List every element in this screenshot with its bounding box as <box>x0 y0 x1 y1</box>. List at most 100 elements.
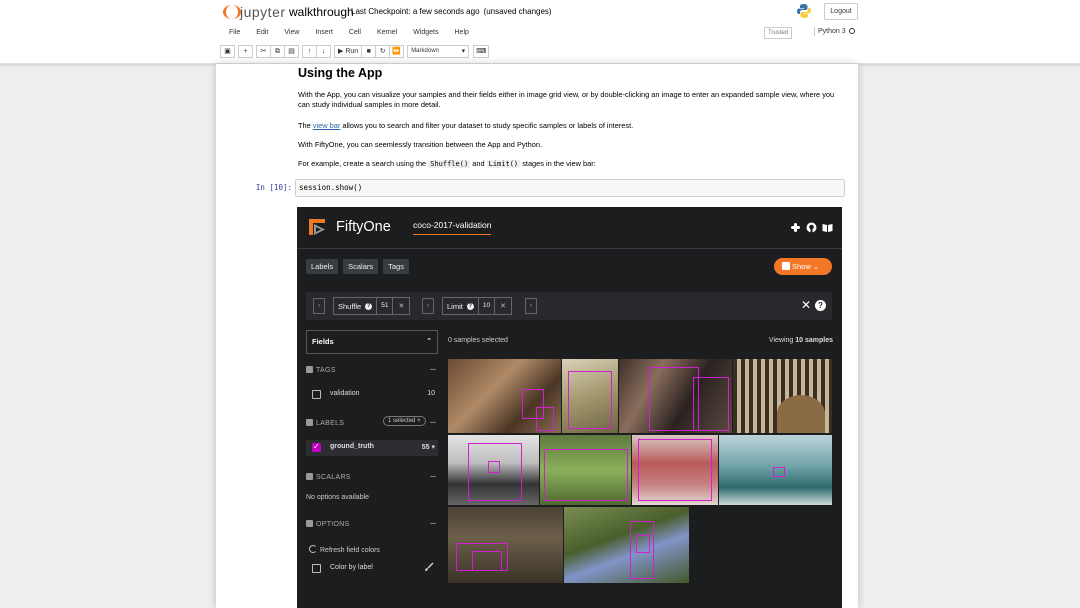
options-section-header[interactable]: OPTIONS – <box>306 518 438 529</box>
checkbox-checked[interactable] <box>312 442 321 452</box>
sample-thumbnail[interactable] <box>448 359 561 433</box>
jupyter-logo[interactable]: jupyter <box>221 3 286 21</box>
tag-row-validation[interactable]: validation 10 <box>306 387 438 403</box>
tag-count: 10 <box>427 390 435 397</box>
paragraph-example: For example, create a search using the S… <box>298 159 838 169</box>
add-stage-arrow[interactable]: › <box>422 298 434 314</box>
save-icon[interactable]: ▣ <box>220 45 235 58</box>
add-stage-arrow[interactable]: › <box>525 298 537 314</box>
collapse-icon[interactable]: – <box>430 364 436 375</box>
cut-icon[interactable]: ✂ <box>256 45 271 58</box>
move-down-icon[interactable]: ↓ <box>316 45 331 58</box>
stage-shuffle[interactable]: Shuffle ? 51 ✕ <box>333 297 411 315</box>
sample-thumbnail[interactable] <box>448 435 539 505</box>
docs-icon[interactable] <box>822 221 833 232</box>
menu-kernel[interactable]: Kernel <box>369 27 405 38</box>
label-box <box>488 461 500 473</box>
view-help-icon[interactable]: ? <box>815 300 826 311</box>
remove-stage-icon[interactable]: ✕ <box>495 302 511 310</box>
logout-button[interactable]: Logout <box>824 3 858 20</box>
view-bar-link[interactable]: view bar <box>313 121 341 130</box>
collapse-icon[interactable]: – <box>430 417 436 428</box>
sample-thumbnail[interactable] <box>448 507 563 583</box>
field-count[interactable]: 55 ▾ <box>422 443 435 451</box>
stop-icon[interactable]: ■ <box>361 45 377 58</box>
chevron-up-icon: ⌃ <box>426 338 432 345</box>
chart-icon <box>782 262 790 270</box>
collapse-icon[interactable]: – <box>430 518 436 529</box>
labels-section-header[interactable]: LABELS 1 selected × – <box>306 416 438 428</box>
sample-thumbnail[interactable] <box>719 435 832 505</box>
sample-thumbnail[interactable] <box>632 435 718 505</box>
github-icon[interactable] <box>806 221 817 233</box>
cell-type-select[interactable]: Markdown <box>407 45 470 58</box>
menubar: File Edit View Insert Cell Kernel Widget… <box>221 27 477 38</box>
label-box <box>544 449 628 501</box>
refresh-field-colors[interactable]: Refresh field colors <box>309 545 380 554</box>
label-row-ground-truth[interactable]: ground_truth 55 ▾ <box>306 440 438 456</box>
code-cell-input[interactable]: session.show() <box>295 179 845 197</box>
notebook-name[interactable]: walkthrough <box>289 5 354 19</box>
paste-icon[interactable]: ▤ <box>284 45 299 58</box>
sample-thumbnail[interactable] <box>562 359 618 433</box>
sample-thumbnail[interactable] <box>540 435 631 505</box>
help-icon[interactable]: ? <box>365 302 373 310</box>
run-button[interactable]: ▶ Run <box>334 45 363 58</box>
restart-icon[interactable]: ↻ <box>375 45 391 58</box>
label-box <box>638 439 712 501</box>
add-stage-arrow[interactable]: › <box>313 298 325 314</box>
menu-file[interactable]: File <box>221 27 248 38</box>
sample-thumbnail[interactable] <box>564 507 689 583</box>
code-limit: Limit() <box>486 160 521 168</box>
menu-cell[interactable]: Cell <box>341 27 369 38</box>
kernel-label: Python 3 <box>818 28 846 35</box>
section-title: TAGS <box>316 367 336 374</box>
selected-labels-pill[interactable]: 1 selected × <box>383 416 426 426</box>
bar-chart-icon <box>306 473 313 480</box>
fast-forward-icon[interactable]: ⏩ <box>389 45 405 58</box>
color-by-label-row[interactable]: Color by label <box>306 561 438 577</box>
show-button[interactable]: Show ⌄ <box>774 258 832 275</box>
paint-brush-icon[interactable] <box>424 562 434 572</box>
checkbox[interactable] <box>312 390 321 399</box>
insert-cell-icon[interactable]: + <box>238 45 253 58</box>
kernel-name[interactable]: Python 3 <box>814 27 858 36</box>
tag-icon <box>306 366 313 373</box>
section-heading: Using the App <box>298 66 383 80</box>
fields-dropdown[interactable]: Fields ⌃ <box>306 330 438 354</box>
trusted-indicator[interactable]: Trusted <box>764 27 793 39</box>
menu-help[interactable]: Help <box>447 27 477 38</box>
help-icon[interactable]: ? <box>466 302 474 310</box>
menu-insert[interactable]: Insert <box>307 27 341 38</box>
menu-edit[interactable]: Edit <box>248 27 276 38</box>
stage-value[interactable]: 10 <box>477 298 496 314</box>
scalars-section-header[interactable]: SCALARS – <box>306 471 438 482</box>
tags-section-header[interactable]: TAGS – <box>306 364 438 375</box>
stage-limit[interactable]: Limit ? 10 ✕ <box>442 297 512 315</box>
stage-value[interactable]: 51 <box>376 298 394 314</box>
sample-thumbnail[interactable] <box>733 359 832 433</box>
no-options-text: No options available <box>306 494 370 501</box>
run-label: Run <box>345 48 359 55</box>
tab-scalars[interactable]: Scalars <box>343 259 379 274</box>
menu-view[interactable]: View <box>276 27 307 38</box>
tab-tags[interactable]: Tags <box>383 259 409 274</box>
logo-text: jupyter <box>240 4 286 20</box>
stage-name: Limit <box>447 301 463 311</box>
sample-thumbnail[interactable] <box>619 359 732 433</box>
remove-stage-icon[interactable]: ✕ <box>393 302 409 310</box>
menu-widgets[interactable]: Widgets <box>405 27 446 38</box>
keyboard-icon[interactable]: ⌨ <box>473 45 490 58</box>
kernel-idle-icon <box>848 28 855 35</box>
tab-labels[interactable]: Labels <box>306 259 339 274</box>
move-up-icon[interactable]: ↑ <box>302 45 317 58</box>
copy-icon[interactable]: ⧉ <box>270 45 285 58</box>
checkbox[interactable] <box>312 564 321 573</box>
dataset-selector[interactable]: coco-2017-validation <box>413 220 492 235</box>
checkpoint-status: Last Checkpoint: a few seconds ago (unsav… <box>351 7 552 16</box>
stage-name: Shuffle <box>338 301 362 311</box>
collapse-icon[interactable]: – <box>430 471 436 482</box>
input-prompt: In [10]: <box>255 183 292 192</box>
clear-view-icon[interactable]: ✕ <box>801 299 811 311</box>
slack-icon[interactable] <box>790 221 801 232</box>
